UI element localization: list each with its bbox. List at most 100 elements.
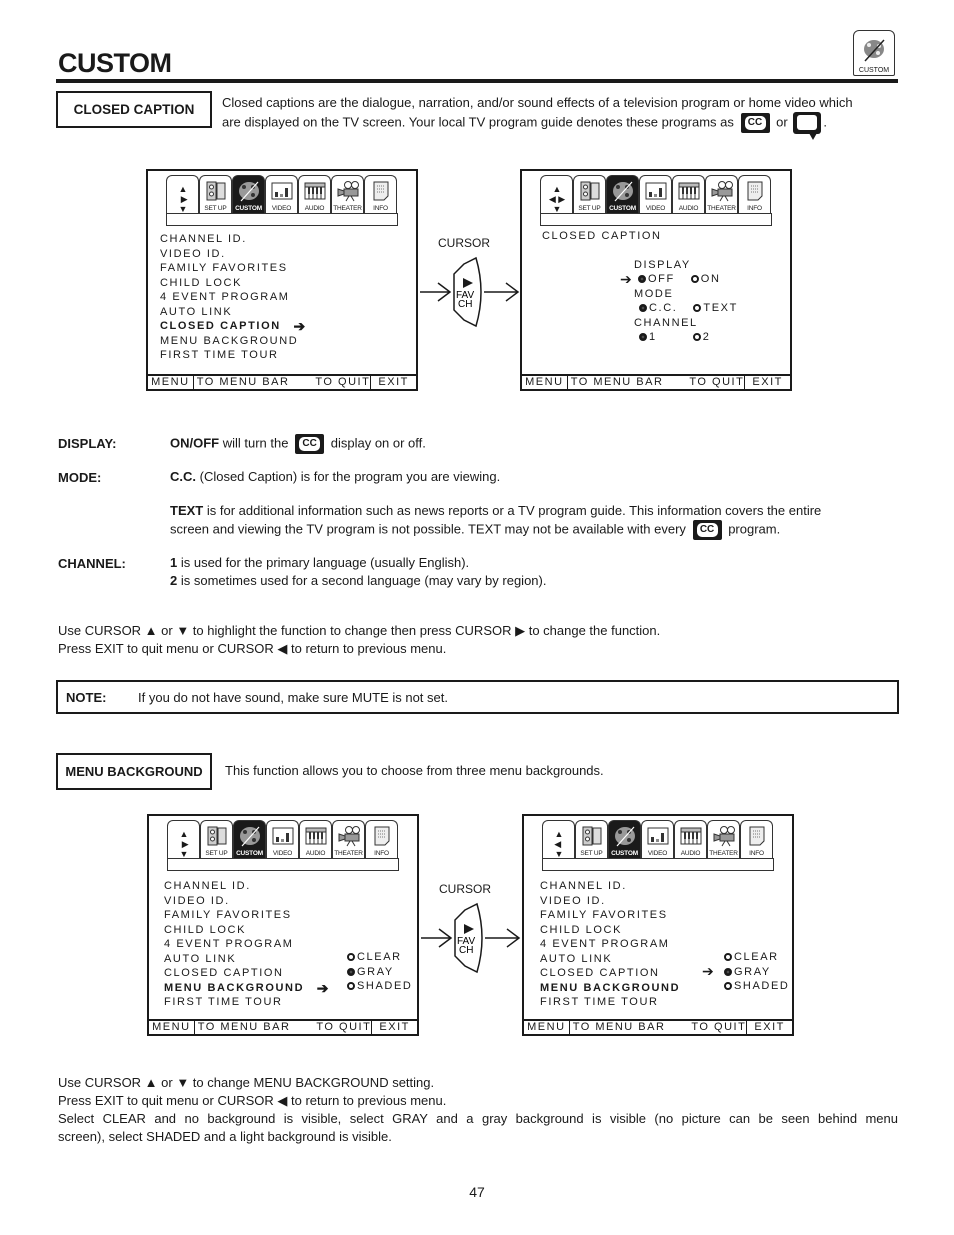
menu-item[interactable]: FIRST TIME TOUR — [160, 348, 307, 363]
mode-description: C.C. (Closed Caption) is for the program… — [170, 468, 500, 486]
menu-item[interactable]: VIDEO ID. — [160, 247, 307, 262]
tab-cursor-nav[interactable]: ▲ ▶ ▼ — [167, 820, 200, 859]
tab-custom[interactable]: CUSTOM — [233, 820, 266, 858]
tab-info[interactable]: INFO — [740, 820, 773, 858]
radio-button[interactable] — [347, 982, 355, 990]
menu-background-option[interactable]: GRAY — [347, 965, 412, 980]
radio-button[interactable] — [724, 953, 732, 961]
menu-item[interactable]: CHANNEL ID. — [160, 232, 307, 247]
cc-icon: CC — [740, 113, 770, 133]
radio-button[interactable] — [639, 333, 647, 341]
menu-item[interactable]: 4 EVENT PROGRAM — [540, 937, 680, 952]
menu-item[interactable]: AUTO LINK — [164, 952, 330, 967]
tab-custom[interactable]: CUSTOM — [232, 175, 265, 213]
menu-background-option[interactable]: CLEAR — [347, 950, 412, 965]
menu-background-option[interactable]: SHADED — [347, 979, 412, 994]
tab-custom[interactable]: CUSTOM — [606, 175, 639, 213]
tab-video[interactable]: VIDEO — [639, 175, 672, 213]
radio-button[interactable] — [690, 275, 699, 283]
menu-background-option[interactable]: SHADED — [724, 979, 789, 994]
cursor-ch-text: CH — [458, 299, 472, 310]
tab-video[interactable]: VIDEO — [641, 820, 674, 858]
cursor-arrows-icon: ▲ ◀ ▼ — [554, 829, 564, 859]
tab-theater[interactable]: THEATER — [331, 175, 364, 213]
menu-item[interactable]: MENU BACKGROUND ➔ — [164, 981, 330, 996]
menu-item[interactable]: VIDEO ID. — [540, 894, 680, 909]
cursor-fav-ch-button[interactable]: FAV CH — [419, 902, 523, 974]
menu-item[interactable]: MENU BACKGROUND — [160, 334, 307, 349]
tab-audio[interactable]: AUDIO — [674, 820, 707, 858]
menu-item[interactable]: CLOSED CAPTION — [540, 966, 680, 981]
tab-audio[interactable]: AUDIO — [672, 175, 705, 213]
display-text-a: will turn the — [219, 435, 289, 451]
to-quit-text: TO QUIT — [691, 1021, 747, 1033]
menu-item[interactable]: 4 EVENT PROGRAM — [160, 290, 307, 305]
menu-item[interactable]: CLOSED CAPTION ➔ — [160, 319, 307, 334]
menu-item[interactable]: MENU BACKGROUND — [540, 981, 680, 996]
tab-set-up[interactable]: SET UP — [199, 175, 232, 213]
tab-theater[interactable]: THEATER — [707, 820, 740, 858]
tab-theater[interactable]: THEATER — [332, 820, 365, 858]
radio-button[interactable] — [347, 967, 355, 976]
tab-set-up[interactable]: SET UP — [200, 820, 233, 858]
option-channel-1: 1 — [649, 331, 657, 343]
tab-cursor-nav[interactable]: ▲ ◀ ▶ ▼ — [540, 175, 573, 214]
menu-item[interactable]: CHANNEL ID. — [540, 879, 680, 894]
tab-theater[interactable]: THEATER — [705, 175, 738, 213]
cursor-label: CURSOR — [438, 236, 491, 250]
radio-button[interactable] — [639, 304, 647, 312]
radio-button[interactable] — [693, 304, 702, 312]
menu-background-heading: MENU BACKGROUND — [56, 753, 212, 790]
menu-item[interactable]: FAMILY FAVORITES — [164, 908, 330, 923]
tab-cursor-nav[interactable]: ▲ ◀ ▼ — [542, 820, 575, 859]
tab-set-up[interactable]: SET UP — [575, 820, 608, 858]
menu-item-label: FAMILY FAVORITES — [540, 909, 668, 921]
menu-item[interactable]: CHILD LOCK — [160, 276, 307, 291]
tab-info[interactable]: INFO — [365, 820, 398, 858]
menu-background-option[interactable]: CLEAR — [724, 950, 789, 965]
menu-item[interactable]: FAMILY FAVORITES — [540, 908, 680, 923]
tv-screen-menu-background-change: ▲ ◀ ▼ SET UP CUSTOM VIDEO AUDIO THEATER INFO CHA… — [522, 814, 794, 1036]
tab-video[interactable]: VIDEO — [266, 820, 299, 858]
tab-info[interactable]: INFO — [738, 175, 771, 213]
tab-info[interactable]: INFO — [364, 175, 397, 213]
menu-item[interactable]: CHILD LOCK — [540, 923, 680, 938]
custom-badge: CUSTOM — [853, 30, 895, 76]
display-label: DISPLAY: — [58, 436, 117, 451]
bottom-menu-key: MENU — [524, 1021, 570, 1034]
menu-item[interactable]: FIRST TIME TOUR — [164, 995, 330, 1010]
radio-button[interactable] — [638, 275, 646, 283]
text-line-1: is for additional information such as ne… — [203, 503, 822, 518]
bottom-exit-key: EXIT — [370, 376, 416, 389]
tab-audio[interactable]: AUDIO — [299, 820, 332, 858]
menu-item[interactable]: CHANNEL ID. — [164, 879, 330, 894]
tab-set-up[interactable]: SET UP — [573, 175, 606, 213]
tab-audio[interactable]: AUDIO — [298, 175, 331, 213]
menu-item[interactable]: FAMILY FAVORITES — [160, 261, 307, 276]
menu-item-label: CLOSED CAPTION — [160, 320, 281, 332]
cursor-fav-ch-button[interactable]: FAV CH — [418, 256, 522, 328]
menu-item[interactable]: CHILD LOCK — [164, 923, 330, 938]
channel-1-desc: 1 is used for the primary language (usua… — [170, 554, 546, 572]
option-label: CLEAR — [357, 951, 402, 963]
menu-item[interactable]: CLOSED CAPTION — [164, 966, 330, 981]
menu-item[interactable]: AUTO LINK — [160, 305, 307, 320]
screen-bottom-bar: MENU TO MENU BAR TO QUIT EXIT — [148, 374, 416, 389]
menu-item[interactable]: AUTO LINK — [540, 952, 680, 967]
mb-instructions-line-2: Press EXIT to quit menu or CURSOR ◀ to r… — [58, 1093, 447, 1108]
tv-screen-custom-menu: ▲ ▶ ▼ SET UP CUSTOM VIDEO AUDIO THEATER INFO CHA… — [146, 169, 418, 391]
menu-item[interactable]: VIDEO ID. — [164, 894, 330, 909]
tab-cursor-nav[interactable]: ▲ ▶ ▼ — [166, 175, 199, 214]
intro-end: . — [823, 114, 827, 130]
menu-item-label: CHANNEL ID. — [540, 880, 627, 892]
menu-item[interactable]: 4 EVENT PROGRAM — [164, 937, 330, 952]
radio-button[interactable] — [692, 333, 701, 341]
tab-custom[interactable]: CUSTOM — [608, 820, 641, 858]
radio-button[interactable] — [347, 953, 355, 961]
radio-button[interactable] — [724, 967, 732, 976]
radio-button[interactable] — [724, 982, 732, 990]
menu-item[interactable]: FIRST TIME TOUR — [540, 995, 680, 1010]
menu-tab-bar: ▲ ▶ ▼ SET UP CUSTOM VIDEO AUDIO THEATER INFO — [167, 820, 399, 871]
menu-background-option[interactable]: ➔ GRAY — [702, 964, 789, 980]
tab-video[interactable]: VIDEO — [265, 175, 298, 213]
